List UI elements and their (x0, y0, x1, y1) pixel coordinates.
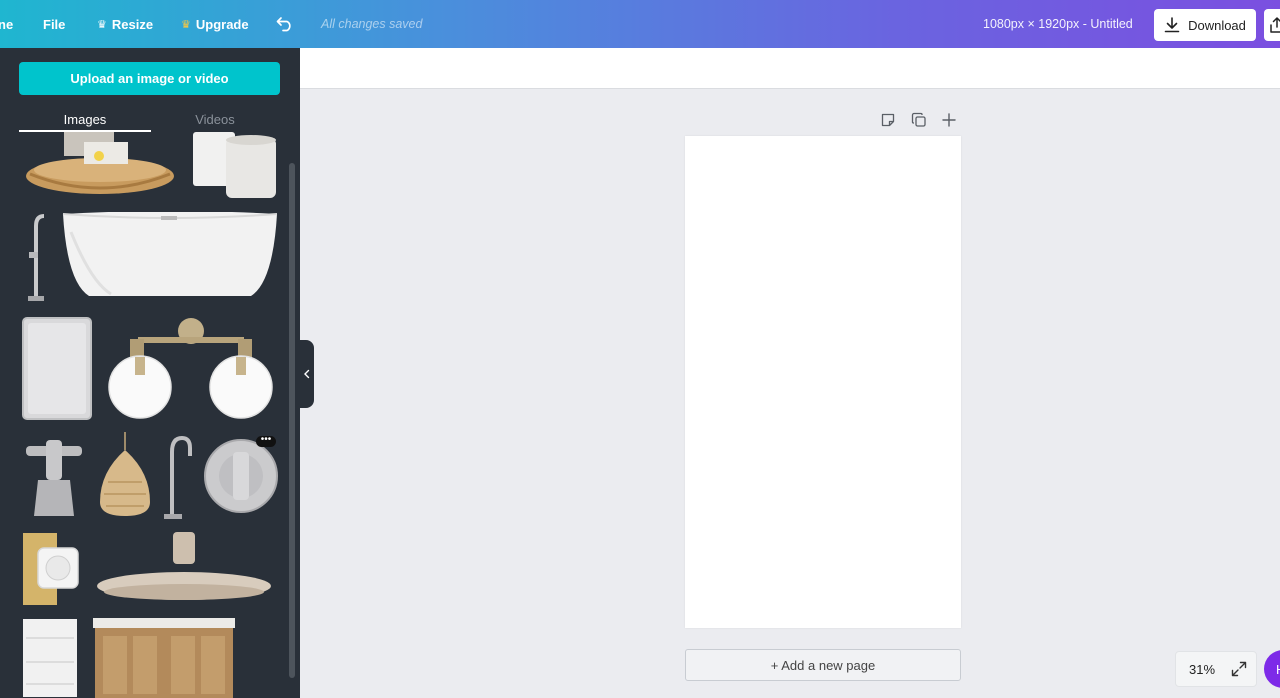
share-button[interactable] (1264, 9, 1280, 41)
undo-button[interactable] (276, 0, 294, 48)
image-thumbnail-rattan-pendant[interactable] (98, 432, 152, 518)
add-new-page-button[interactable]: + Add a new page (685, 649, 961, 681)
image-thumbnail-bathtub[interactable] (61, 212, 279, 300)
image-thumbnail-tub-filler[interactable] (24, 212, 48, 302)
plus-icon (942, 113, 956, 127)
zoom-level: 31% (1189, 661, 1216, 677)
design-page[interactable] (685, 136, 961, 628)
save-status: All changes saved (321, 17, 423, 31)
duplicate-icon (911, 112, 926, 127)
upload-media-button[interactable]: Upload an image or video (19, 62, 280, 95)
page-note-button[interactable] (880, 110, 896, 130)
file-label: File (43, 16, 66, 32)
home-label: ne (0, 16, 14, 32)
zoom-control[interactable]: 31% (1175, 651, 1257, 687)
image-thumbnail-vanity-light[interactable] (108, 317, 274, 421)
resize-label: Resize (111, 16, 154, 32)
file-menu-button[interactable]: File (43, 0, 65, 48)
editor-toolbar (300, 48, 1280, 89)
image-thumbnail-sink-faucet[interactable] (160, 434, 194, 520)
download-icon (1164, 17, 1180, 33)
crown-icon: ♛ (181, 18, 191, 31)
home-button[interactable]: ne (0, 0, 13, 48)
image-thumbnail-rattan-tray[interactable] (24, 132, 176, 198)
expand-icon[interactable] (1231, 661, 1247, 677)
top-bar: ne File ♛ Resize ♛ Upgrade All changes s… (0, 0, 1280, 48)
crown-icon: ♛ (97, 18, 107, 31)
image-grid (0, 132, 300, 698)
duplicate-page-button[interactable] (911, 110, 927, 130)
help-button[interactable]: H (1264, 650, 1280, 688)
sidebar-scrollbar[interactable] (289, 163, 295, 678)
add-page-icon-button[interactable] (942, 110, 956, 130)
note-icon (881, 113, 895, 127)
image-thumbnail-mirror[interactable] (22, 317, 92, 420)
upgrade-button[interactable]: ♛ Upgrade (181, 0, 249, 48)
document-title[interactable]: 1080px × 1920px - Untitled (983, 0, 1133, 48)
share-icon (1270, 17, 1280, 33)
chevron-left-icon (304, 369, 310, 379)
help-label: H (1276, 662, 1280, 677)
download-label: Download (1188, 17, 1246, 33)
image-thumbnail-white-jars[interactable] (192, 132, 278, 200)
download-button[interactable]: Download (1154, 9, 1256, 41)
image-thumbnail-cross-handle[interactable] (24, 436, 84, 518)
image-thumbnail-rain-shower-head[interactable] (95, 532, 273, 608)
image-thumbnail-towels[interactable] (22, 618, 78, 698)
image-thumbnail-wood-vanity[interactable] (93, 618, 235, 698)
undo-icon (276, 17, 291, 32)
uploads-panel: Upload an image or video Images Videos •… (0, 48, 300, 698)
image-thumbnail-brass-knob[interactable] (22, 532, 80, 606)
collapse-panel-button[interactable] (300, 340, 314, 408)
tab-videos[interactable]: Videos (150, 106, 280, 132)
image-more-options-button[interactable]: ••• (256, 435, 276, 447)
tab-images[interactable]: Images (19, 106, 151, 132)
resize-button[interactable]: ♛ Resize (97, 0, 153, 48)
upgrade-label: Upgrade (195, 16, 249, 32)
